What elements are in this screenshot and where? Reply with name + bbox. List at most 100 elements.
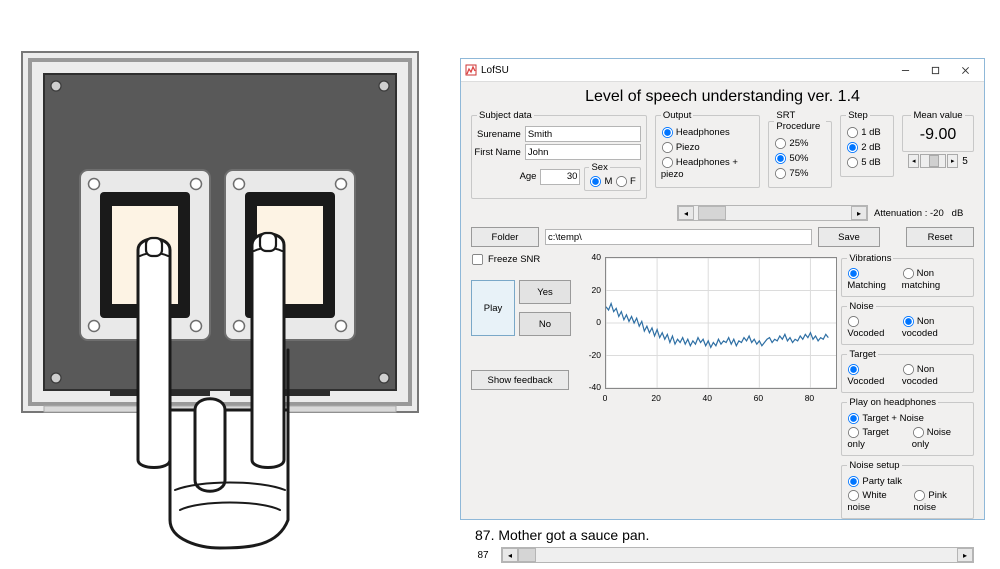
sex-m-label: M — [604, 176, 612, 187]
srt-group: SRT Procedure 25% 50% 75% — [768, 110, 832, 188]
freeze-label: Freeze SNR — [488, 254, 540, 265]
step-5-label: 5 dB — [861, 157, 881, 168]
step-legend: Step — [846, 110, 870, 121]
target-nonvocoded-radio[interactable] — [903, 364, 914, 375]
output-piezo[interactable]: Piezo — [661, 142, 700, 153]
firstname-input[interactable] — [525, 144, 641, 160]
vib-nonmatching[interactable]: Non matching — [902, 267, 968, 291]
step-5-radio[interactable] — [847, 157, 858, 168]
step-2db[interactable]: 2 dB — [846, 142, 881, 153]
step-group: Step 1 dB 2 dB 5 dB — [840, 110, 894, 177]
sex-m-option[interactable]: M — [589, 176, 612, 187]
mean-legend: Mean value — [911, 110, 964, 121]
output-headphones-radio[interactable] — [662, 127, 673, 138]
output-headphones[interactable]: Headphones — [661, 127, 730, 138]
app-icon — [465, 64, 477, 76]
att-thumb[interactable] — [698, 206, 726, 220]
mean-dec[interactable]: ◂ — [908, 154, 919, 168]
poh-target-radio[interactable] — [848, 427, 859, 438]
target-nonvocoded[interactable]: Non vocoded — [902, 363, 968, 387]
target-vocoded-radio[interactable] — [848, 364, 859, 375]
sent-thumb[interactable] — [518, 548, 536, 562]
poh-tn-radio[interactable] — [848, 413, 859, 424]
srt-75-label: 75% — [789, 168, 808, 179]
poh-target[interactable]: Target only — [847, 426, 905, 450]
maximize-button[interactable] — [920, 60, 950, 80]
vib-nonmatching-radio[interactable] — [903, 268, 914, 279]
srt-25[interactable]: 25% — [774, 138, 808, 149]
poh-tn[interactable]: Target + Noise — [847, 413, 924, 424]
sex-m-radio[interactable] — [590, 176, 601, 187]
nsetup-white[interactable]: White noise — [847, 489, 907, 513]
noise-opt1-label: Vocoded — [847, 328, 884, 339]
target-vocoded[interactable]: Vocoded — [847, 363, 895, 387]
freeze-check[interactable] — [472, 254, 483, 265]
nsetup-legend: Noise setup — [847, 460, 901, 471]
output-both-radio[interactable] — [662, 157, 673, 168]
folder-button[interactable]: Folder — [471, 227, 539, 247]
yes-button[interactable]: Yes — [519, 280, 571, 304]
noise-nonvocoded[interactable]: Non vocoded — [902, 315, 968, 339]
nsetup-party[interactable]: Party talk — [847, 476, 902, 487]
output-opt1-label: Headphones — [676, 127, 730, 138]
step-1-radio[interactable] — [847, 127, 858, 138]
sent-right-arrow[interactable]: ▸ — [957, 548, 973, 562]
nsetup-pink-radio[interactable] — [914, 490, 925, 501]
poh-opt1-label: Target + Noise — [862, 413, 924, 424]
snr-chart: 40200-20-40020406080 — [577, 253, 835, 403]
output-piezo-radio[interactable] — [662, 142, 673, 153]
no-button[interactable]: No — [519, 312, 571, 336]
srt-50[interactable]: 50% — [774, 153, 808, 164]
reset-button[interactable]: Reset — [906, 227, 974, 247]
output-both[interactable]: Headphones + piezo — [661, 157, 738, 180]
play-button[interactable]: Play — [471, 280, 515, 336]
att-label: Attenuation : — [874, 208, 927, 219]
target-legend: Target — [847, 349, 877, 360]
step-1-label: 1 dB — [861, 127, 881, 138]
age-label: Age — [520, 171, 537, 182]
noise-vocoded-radio[interactable] — [848, 316, 859, 327]
vib-legend: Vibrations — [847, 253, 893, 264]
srt-50-radio[interactable] — [775, 153, 786, 164]
noise-nonvocoded-radio[interactable] — [903, 316, 914, 327]
nsetup-white-radio[interactable] — [848, 490, 859, 501]
sex-f-option[interactable]: F — [615, 176, 636, 187]
srt-75-radio[interactable] — [775, 168, 786, 179]
vibrations-group: Vibrations Matching Non matching — [841, 253, 974, 297]
close-button[interactable] — [950, 60, 980, 80]
srt-75[interactable]: 75% — [774, 168, 808, 179]
sentence-counter: 87 — [471, 550, 495, 561]
mean-inc[interactable]: ▸ — [947, 154, 958, 168]
surename-input[interactable] — [525, 126, 641, 142]
nsetup-pink[interactable]: Pink noise — [913, 489, 968, 513]
noise-vocoded[interactable]: Vocoded — [847, 315, 895, 339]
show-feedback-button[interactable]: Show feedback — [471, 370, 569, 390]
step-1db[interactable]: 1 dB — [846, 127, 881, 138]
srt-25-label: 25% — [789, 138, 808, 149]
age-input[interactable] — [540, 169, 580, 185]
step-5db[interactable]: 5 dB — [846, 157, 881, 168]
noise-group: Noise Vocoded Non vocoded — [841, 301, 974, 345]
title-bar: LofSU — [461, 59, 984, 82]
vib-matching[interactable]: Matching — [847, 267, 895, 291]
poh-noise-radio[interactable] — [913, 427, 924, 438]
att-right-arrow[interactable]: ▸ — [851, 206, 867, 220]
minimize-button[interactable] — [890, 60, 920, 80]
srt-25-radio[interactable] — [775, 138, 786, 149]
folder-path-input[interactable] — [545, 229, 812, 245]
sentence-scrollbar[interactable]: ◂ ▸ — [501, 547, 974, 563]
sent-left-arrow[interactable]: ◂ — [502, 548, 518, 562]
nsetup-party-radio[interactable] — [848, 476, 859, 487]
save-button[interactable]: Save — [818, 227, 880, 247]
poh-noise[interactable]: Noise only — [912, 426, 968, 450]
attenuation-scrollbar[interactable]: ◂ ▸ — [677, 205, 868, 221]
vib-matching-radio[interactable] — [848, 268, 859, 279]
sex-f-radio[interactable] — [616, 176, 627, 187]
att-left-arrow[interactable]: ◂ — [678, 206, 694, 220]
step-2-radio[interactable] — [847, 142, 858, 153]
mean-adjust-slider[interactable]: ◂ ▸ 5 — [902, 154, 974, 168]
freeze-snr-checkbox[interactable]: Freeze SNR — [471, 253, 571, 266]
noise-setup-group: Noise setup Party talk White noise Pink … — [841, 460, 974, 519]
step-2-label: 2 dB — [861, 142, 881, 153]
mean-track[interactable] — [920, 154, 946, 168]
